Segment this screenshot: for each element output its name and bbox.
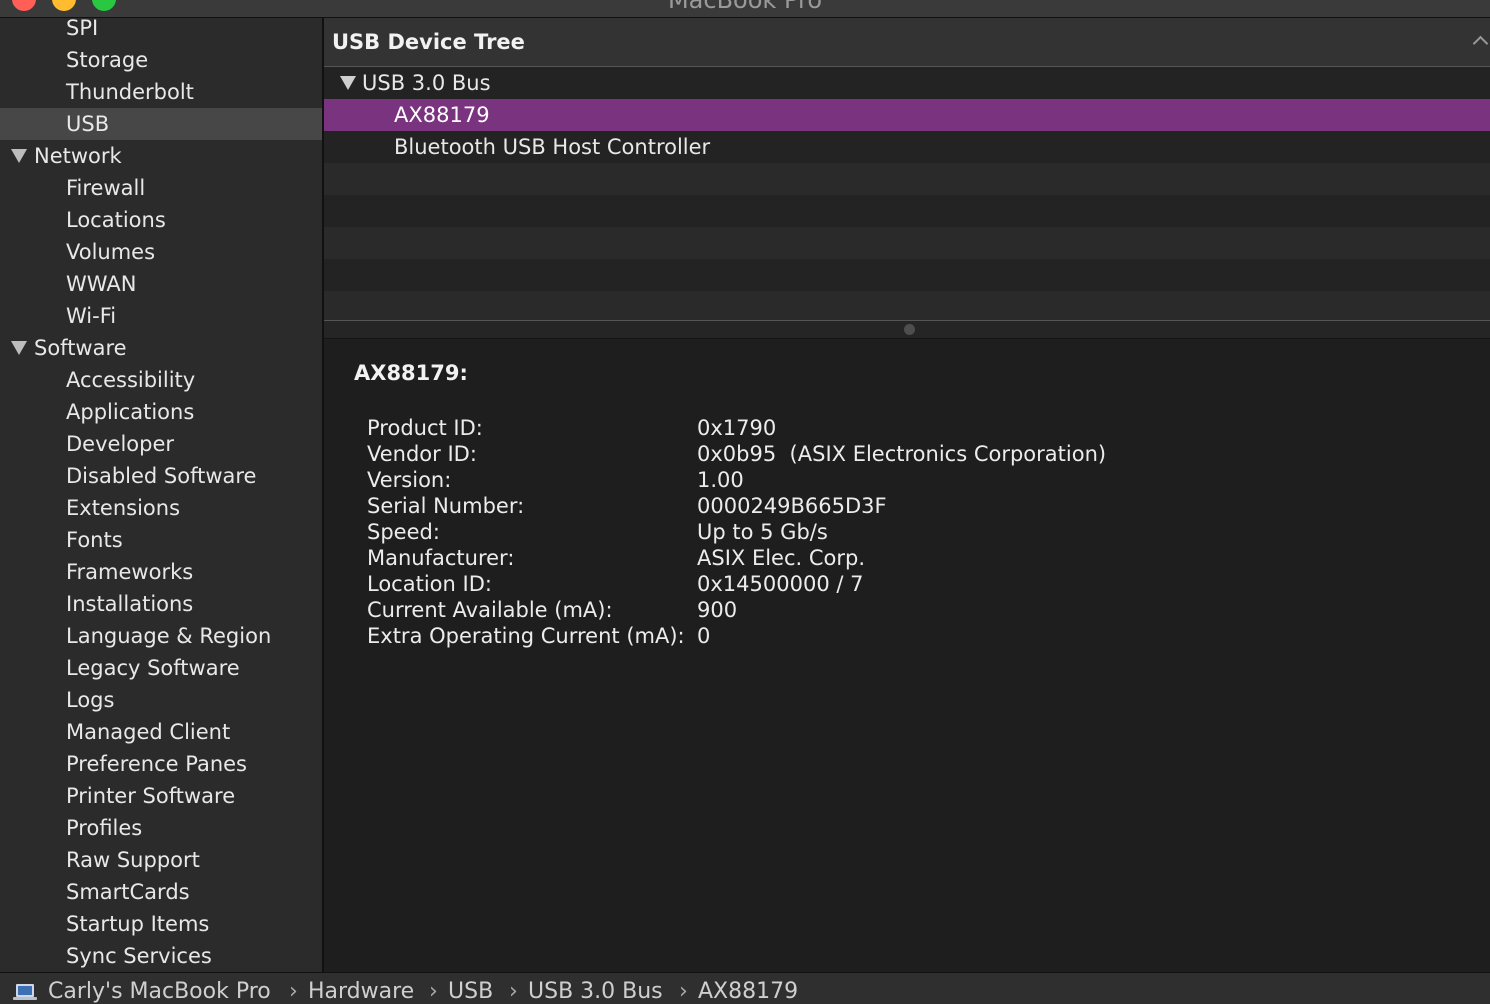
chevron-up-icon[interactable] (1472, 35, 1489, 52)
tree-row-empty (324, 195, 1490, 227)
sidebar-item-thunderbolt[interactable]: Thunderbolt (0, 76, 322, 108)
sidebar-item-language-region[interactable]: Language & Region (0, 620, 322, 652)
sidebar-item-printer-software[interactable]: Printer Software (0, 780, 322, 812)
property-label: Product ID: (367, 416, 483, 440)
sidebar-item-installations[interactable]: Installations (0, 588, 322, 620)
breadcrumb-usb-bus[interactable]: USB 3.0 Bus (528, 979, 663, 1004)
property-value: 0 (697, 624, 711, 648)
path-bar: Carly's MacBook Pro › Hardware › USB › U… (0, 972, 1490, 1004)
tree-header[interactable]: USB Device Tree (324, 18, 1490, 67)
sidebar-item-spi[interactable]: SPI (0, 18, 322, 44)
tree-row-empty (324, 163, 1490, 195)
breadcrumb-device[interactable]: AX88179 (698, 979, 798, 1004)
sidebar-item-profiles[interactable]: Profiles (0, 812, 322, 844)
sidebar-group-label: Software (34, 336, 127, 360)
property-value: 1.00 (697, 468, 744, 492)
breadcrumb-hardware[interactable]: Hardware (308, 979, 414, 1004)
sidebar-item-legacy-software[interactable]: Legacy Software (0, 652, 322, 684)
property-value: 0x0b95 (ASIX Electronics Corporation) (697, 442, 1107, 466)
tree-row-label: AX88179 (394, 103, 490, 127)
tree-row-device-selected[interactable]: AX88179 (324, 99, 1490, 131)
property-label: Manufacturer: (367, 546, 515, 570)
property-value: 0x14500000 / 7 (697, 572, 864, 596)
sidebar-item-startup-items[interactable]: Startup Items (0, 908, 322, 940)
detail-pane: AX88179: Product ID: 0x1790 Vendor ID: 0… (324, 339, 1490, 972)
property-label: Vendor ID: (367, 442, 477, 466)
sidebar-item-locations[interactable]: Locations (0, 204, 322, 236)
property-label: Extra Operating Current (mA): (367, 624, 685, 648)
property-value: 0000249B665D3F (697, 494, 887, 518)
sidebar-item-managed-client[interactable]: Managed Client (0, 716, 322, 748)
sidebar-item-accessibility[interactable]: Accessibility (0, 364, 322, 396)
split-view-divider[interactable] (324, 320, 1490, 339)
property-value: ASIX Elec. Corp. (697, 546, 866, 570)
property-value: 900 (697, 598, 738, 622)
tree-row-label: USB 3.0 Bus (362, 71, 491, 95)
property-value: 0x1790 (697, 416, 777, 440)
tree-row-device[interactable]: Bluetooth USB Host Controller (324, 131, 1490, 163)
property-label: Location ID: (367, 572, 492, 596)
detail-title: AX88179: (354, 361, 468, 385)
sidebar[interactable]: SPI Storage Thunderbolt USB Network Fire… (0, 18, 324, 972)
disclosure-triangle-icon[interactable] (11, 149, 27, 163)
sidebar-item-raw-support[interactable]: Raw Support (0, 844, 322, 876)
disclosure-triangle-icon[interactable] (11, 341, 27, 355)
sidebar-group-network[interactable]: Network (0, 140, 322, 172)
tree-row-bus[interactable]: USB 3.0 Bus (324, 67, 1490, 99)
sidebar-item-usb[interactable]: USB (0, 108, 322, 140)
property-label: Speed: (367, 520, 440, 544)
sidebar-item-smartcards[interactable]: SmartCards (0, 876, 322, 908)
property-value: Up to 5 Gb/s (697, 520, 828, 544)
sidebar-item-wwan[interactable]: WWAN (0, 268, 322, 300)
laptop-icon (13, 984, 37, 1000)
tree-row-empty (324, 291, 1490, 320)
sidebar-item-applications[interactable]: Applications (0, 396, 322, 428)
title-bar: MacBook Pro (0, 0, 1490, 18)
sidebar-item-sync-services[interactable]: Sync Services (0, 940, 322, 972)
sidebar-item-developer[interactable]: Developer (0, 428, 322, 460)
sidebar-item-volumes[interactable]: Volumes (0, 236, 322, 268)
tree-row-empty (324, 227, 1490, 259)
breadcrumb-separator-icon: › (429, 979, 438, 1004)
sidebar-item-disabled-software[interactable]: Disabled Software (0, 460, 322, 492)
window-title: MacBook Pro (667, 0, 823, 14)
divider-handle-icon[interactable] (904, 324, 915, 335)
sidebar-group-software[interactable]: Software (0, 332, 322, 364)
breadcrumb-separator-icon: › (679, 979, 688, 1004)
property-label: Serial Number: (367, 494, 525, 518)
tree-row-label: Bluetooth USB Host Controller (394, 135, 711, 159)
sidebar-item-storage[interactable]: Storage (0, 44, 322, 76)
sidebar-group-label: Network (34, 144, 122, 168)
sidebar-item-wi-fi[interactable]: Wi-Fi (0, 300, 322, 332)
breadcrumb-separator-icon: › (509, 979, 518, 1004)
sidebar-item-logs[interactable]: Logs (0, 684, 322, 716)
sidebar-item-preference-panes[interactable]: Preference Panes (0, 748, 322, 780)
breadcrumb-separator-icon: › (289, 979, 298, 1004)
sidebar-item-fonts[interactable]: Fonts (0, 524, 322, 556)
breadcrumb-usb[interactable]: USB (448, 979, 493, 1004)
sidebar-item-frameworks[interactable]: Frameworks (0, 556, 322, 588)
property-label: Current Available (mA): (367, 598, 613, 622)
sidebar-item-extensions[interactable]: Extensions (0, 492, 322, 524)
tree-row-empty (324, 259, 1490, 291)
sidebar-item-firewall[interactable]: Firewall (0, 172, 322, 204)
disclosure-triangle-icon[interactable] (340, 76, 356, 90)
tree-header-title: USB Device Tree (332, 30, 525, 54)
breadcrumb-computer[interactable]: Carly's MacBook Pro (48, 979, 271, 1004)
property-label: Version: (367, 468, 452, 492)
